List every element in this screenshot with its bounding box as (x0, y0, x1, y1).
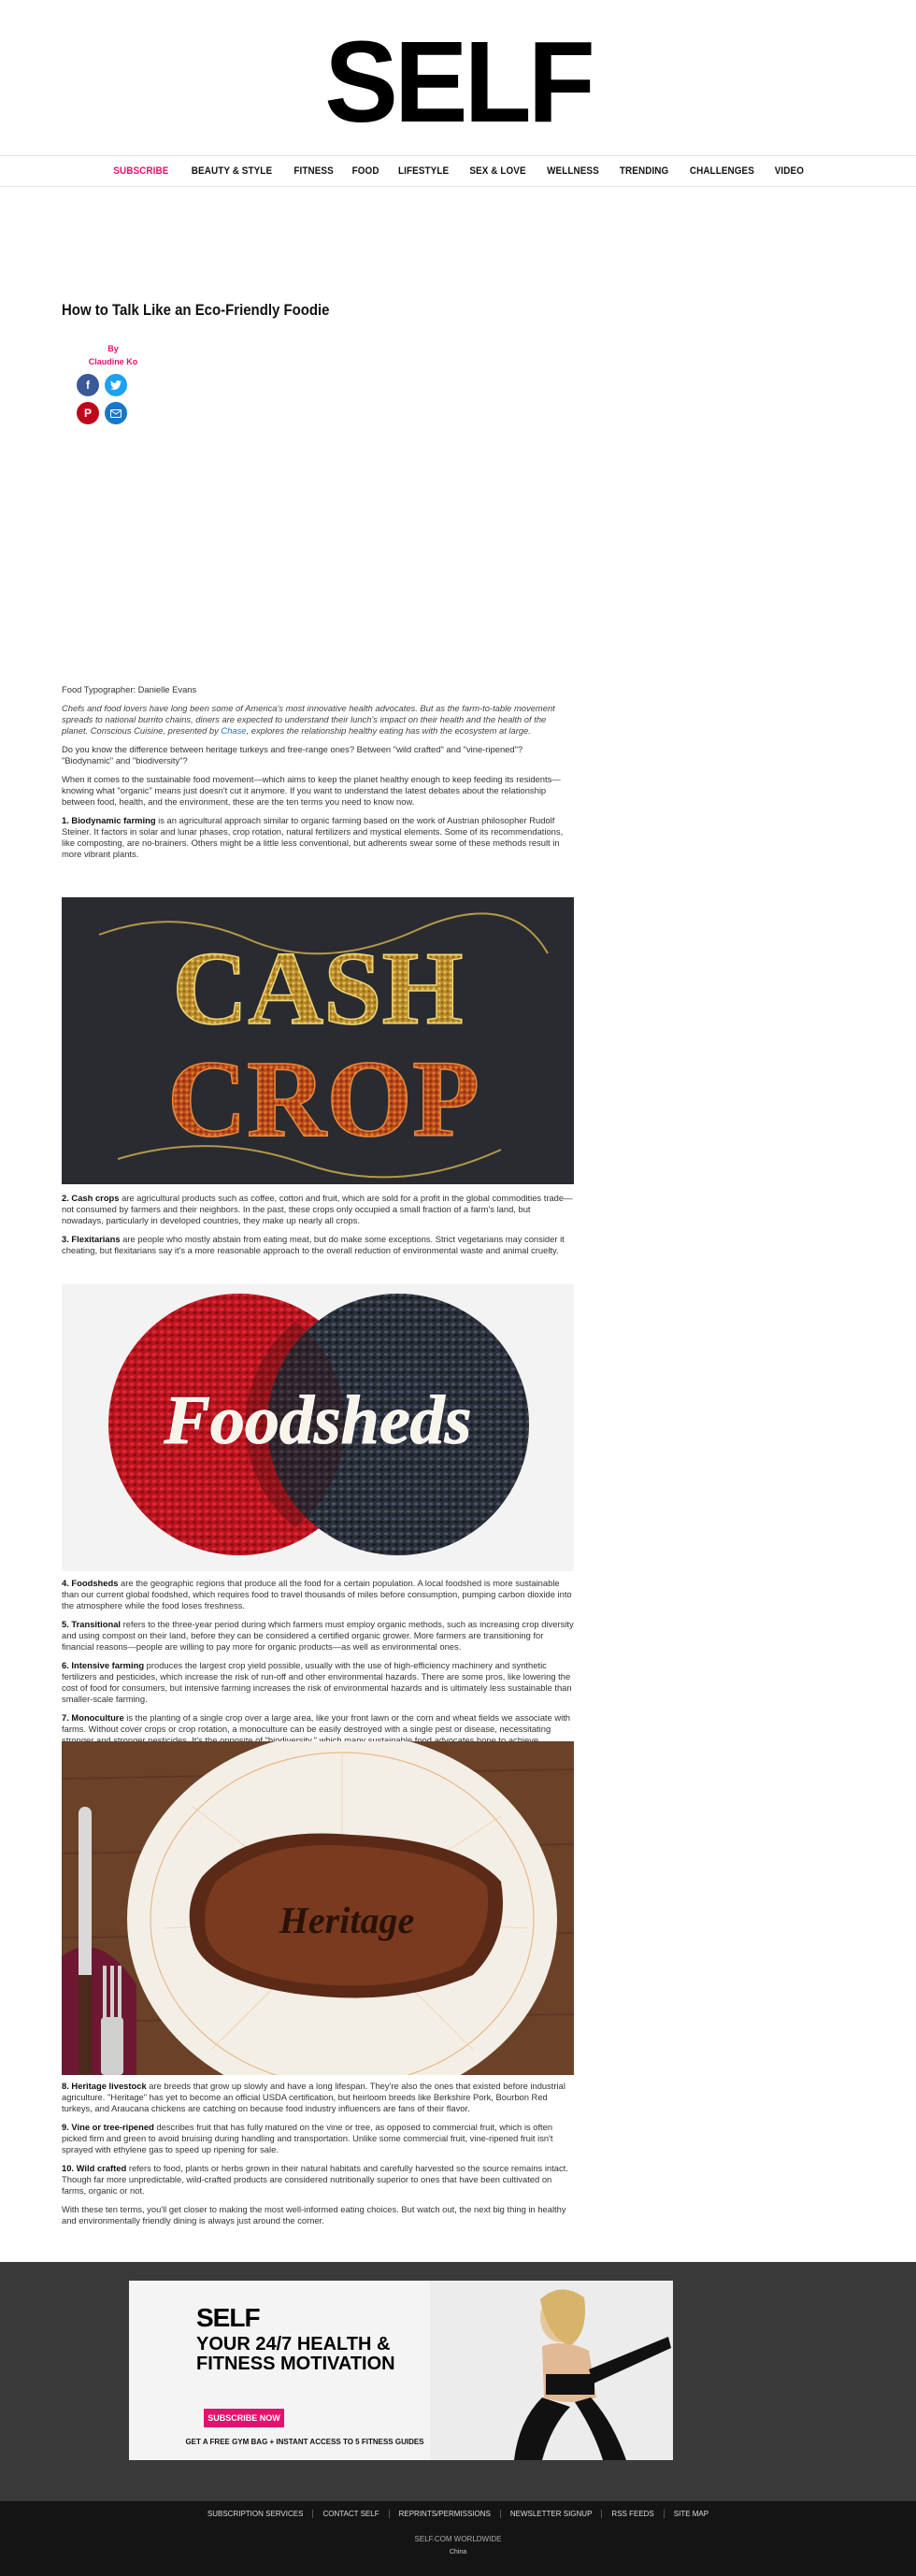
term-10: 10. Wild crafted refers to food, plants … (62, 2163, 574, 2197)
paragraph-2: When it comes to the sustainable food mo… (62, 774, 561, 807)
footer-link-reprints[interactable]: REPRINTS/PERMISSIONS (390, 2510, 501, 2518)
term-3: 3. Flexitarians are people who mostly ab… (62, 1234, 574, 1256)
photo-credit: Food Typographer: Danielle Evans (62, 684, 197, 694)
footer-link-contact[interactable]: CONTACT SELF (313, 2510, 390, 2518)
facebook-icon[interactable]: f (77, 374, 99, 396)
term-4-text: are the geographic regions that produce … (62, 1578, 572, 1610)
term-6: 6. Intensive farming produces the larges… (62, 1660, 574, 1705)
heritage-word: Heritage (279, 1899, 414, 1941)
nav-fitness[interactable]: FITNESS (293, 165, 333, 177)
share-buttons: f P (77, 374, 129, 424)
foodsheds-word: Foodsheds (164, 1382, 472, 1459)
footer-link-sitemap[interactable]: SITE MAP (665, 2510, 718, 2518)
article-title: How to Talk Like an Eco-Friendly Foodie (62, 301, 330, 319)
term-4: 4. Foodsheds are the geographic regions … (62, 1578, 574, 1611)
nav-wellness[interactable]: WELLNESS (547, 165, 599, 177)
term-5-name: 5. Transitional (62, 1619, 122, 1629)
term-2: 2. Cash crops are agricultural products … (62, 1193, 574, 1226)
term-3-name: 3. Flexitarians (62, 1234, 121, 1244)
nav-video[interactable]: VIDEO (775, 165, 804, 177)
term-9: 9. Vine or tree-ripened describes fruit … (62, 2122, 574, 2155)
main-nav: SUBSCRIBE BEAUTY & STYLE FITNESS FOOD LI… (0, 155, 916, 187)
term-2-text: are agricultural products such as coffee… (62, 1193, 573, 1225)
twitter-icon[interactable] (105, 374, 127, 396)
term-3-text: are people who mostly abstain from eatin… (62, 1234, 565, 1255)
nav-beauty-style[interactable]: BEAUTY & STYLE (192, 165, 272, 177)
closing-paragraph: With these ten terms, you'll get closer … (62, 2204, 566, 2225)
footer-region-link[interactable]: China (0, 2549, 916, 2555)
article-body-4: 8. Heritage livestock are breeds that gr… (62, 2081, 574, 2234)
foodsheds-image: Foodsheds (62, 1284, 574, 1571)
nav-subscribe[interactable]: SUBSCRIBE (113, 165, 168, 177)
ad-fine-print: GET A FREE GYM BAG + INSTANT ACCESS TO 5… (185, 2438, 424, 2446)
heritage-steak-image: Heritage (62, 1741, 574, 2075)
term-8: 8. Heritage livestock are breeds that gr… (62, 2081, 574, 2114)
byline-by: By (107, 344, 119, 353)
term-4-name: 4. Foodsheds (62, 1578, 119, 1588)
footer-worldwide: SELF.COM WORLDWIDE (414, 2535, 502, 2543)
term-1-name: 1. Biodynamic farming (62, 815, 156, 825)
intro-end-text: , explores the relationship healthy eati… (246, 725, 531, 736)
term-5: 5. Transitional refers to the three-year… (62, 1619, 574, 1653)
article-body-3: 4. Foodsheds are the geographic regions … (62, 1578, 574, 1753)
site-logo[interactable]: SELF (0, 23, 916, 141)
term-7-text: is the planting of a single crop over a … (62, 1712, 571, 1745)
term-10-name: 10. Wild crafted (62, 2163, 127, 2173)
article-header: How to Talk Like an Eco-Friendly Foodie (62, 301, 574, 320)
pinterest-icon[interactable]: P (77, 402, 99, 424)
term-2-name: 2. Cash crops (62, 1193, 120, 1203)
subscription-ad[interactable]: SELF YOUR 24/7 HEALTH & FITNESS MOTIVATI… (129, 2281, 673, 2460)
footer-link-subscription[interactable]: SUBSCRIPTION SERVICES (198, 2510, 314, 2518)
ad-model-image (430, 2281, 673, 2460)
footer-link-newsletter[interactable]: NEWSLETTER SIGNUP (501, 2510, 603, 2518)
cash-word: CASH (172, 931, 463, 1047)
nav-challenges[interactable]: CHALLENGES (690, 165, 754, 177)
footer-link-rss[interactable]: RSS FEEDS (602, 2510, 665, 2518)
nav-sex-love[interactable]: SEX & LOVE (470, 165, 526, 177)
term-7-name: 7. Monoculture (62, 1712, 124, 1723)
term-10-text: refers to food, plants or herbs grown in… (62, 2163, 568, 2196)
chase-link[interactable]: Chase (221, 725, 246, 736)
term-5-text: refers to the three-year period during w… (62, 1619, 574, 1652)
email-icon[interactable] (105, 402, 127, 424)
article-body-2: 2. Cash crops are agricultural products … (62, 1193, 574, 1264)
author-link[interactable]: Claudine Ko (62, 355, 165, 368)
article-body-intro: Food Typographer: Danielle Evans Chefs a… (62, 684, 574, 867)
term-6-name: 6. Intensive farming (62, 1660, 145, 1670)
ad-subscribe-button[interactable]: SUBSCRIBE NOW (204, 2409, 284, 2427)
footer-links: SUBSCRIPTION SERVICES CONTACT SELF REPRI… (0, 2510, 916, 2518)
term-9-name: 9. Vine or tree-ripened (62, 2122, 154, 2132)
crop-word: CROP (167, 1038, 479, 1160)
nav-lifestyle[interactable]: LIFESTYLE (398, 165, 449, 177)
byline: By Claudine Ko (62, 342, 165, 368)
term-1: 1. Biodynamic farming is an agricultural… (62, 815, 574, 860)
ad-logo: SELF (196, 2303, 261, 2332)
intro-paragraph: Chefs and food lovers have long been som… (62, 703, 574, 737)
nav-trending[interactable]: TRENDING (620, 165, 668, 177)
paragraph-1: Do you know the difference between herit… (62, 744, 523, 766)
ad-headline: YOUR 24/7 HEALTH & FITNESS MOTIVATION (196, 2334, 395, 2374)
nav-food[interactable]: FOOD (351, 165, 379, 177)
cash-crop-image: CASH CROP (62, 897, 574, 1184)
term-8-name: 8. Heritage livestock (62, 2081, 147, 2091)
